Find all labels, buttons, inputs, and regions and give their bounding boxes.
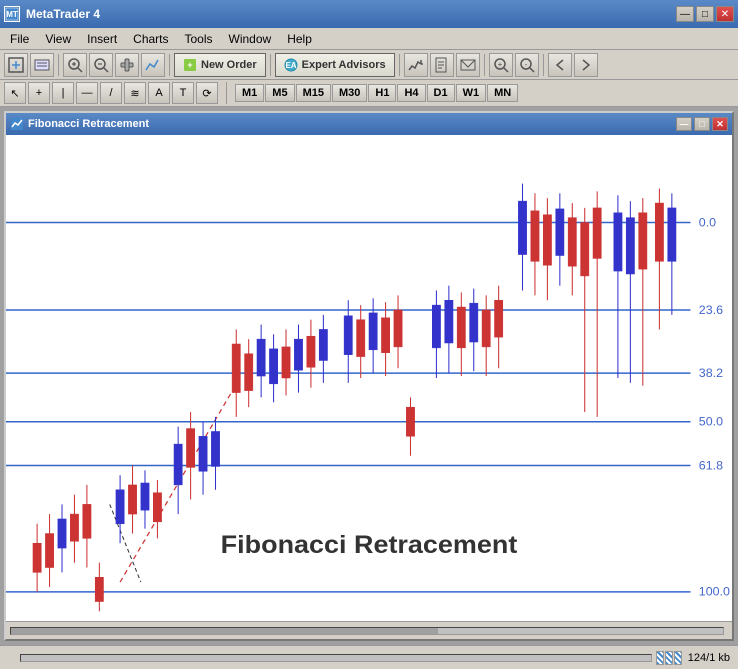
scroll-right-button[interactable] xyxy=(574,53,598,77)
menu-bar: File View Insert Charts Tools Window Hel… xyxy=(0,28,738,50)
expert-label: Expert Advisors xyxy=(302,59,386,71)
tf-w1[interactable]: W1 xyxy=(456,84,487,102)
zoom-out-button[interactable] xyxy=(89,53,113,77)
menu-view[interactable]: View xyxy=(37,30,79,48)
horizontal-scrollbar[interactable] xyxy=(10,627,724,635)
horizontal-line-tool[interactable]: — xyxy=(76,82,98,104)
app-window: MT MetaTrader 4 — □ ✕ File View Insert C… xyxy=(0,0,738,669)
templates-dropdown[interactable] xyxy=(30,53,54,77)
label-tool[interactable]: T xyxy=(172,82,194,104)
trendline-tool[interactable]: / xyxy=(100,82,122,104)
inner-close-button[interactable]: ✕ xyxy=(712,117,728,131)
title-controls: — □ ✕ xyxy=(676,6,734,22)
zoom-in-button[interactable] xyxy=(63,53,87,77)
toolbar-separator-1 xyxy=(58,54,59,76)
svg-text:Fibonacci Retracement: Fibonacci Retracement xyxy=(221,530,518,559)
arrow-tool[interactable]: ↖ xyxy=(4,82,26,104)
toolbar-separator-3 xyxy=(270,54,271,76)
svg-text:+: + xyxy=(497,60,502,69)
inner-maximize-button[interactable]: □ xyxy=(694,117,710,131)
toolbar-separator-6 xyxy=(543,54,544,76)
zoom-chart-in[interactable]: + xyxy=(489,53,513,77)
chart-svg: 0.0 23.6 38.2 50.0 61.8 100.0 xyxy=(6,135,732,621)
fibonacci-tool[interactable]: ≋ xyxy=(124,82,146,104)
minimize-button[interactable]: — xyxy=(676,6,694,22)
app-icon: MT xyxy=(4,6,20,22)
inner-window-icon: Fibonacci Retracement xyxy=(10,117,149,131)
arrow-marker-tool[interactable]: ⟳ xyxy=(196,82,218,104)
vertical-line-tool[interactable]: | xyxy=(52,82,74,104)
main-scrollbar[interactable] xyxy=(20,654,652,662)
maximize-button[interactable]: □ xyxy=(696,6,714,22)
drawing-toolbar: ↖ + | — / ≋ A T ⟳ xyxy=(0,80,222,106)
bottom-status-bar: 124/1 kb xyxy=(0,645,738,669)
chart-area[interactable]: 0.0 23.6 38.2 50.0 61.8 100.0 xyxy=(6,135,732,621)
toolbar-separator-5 xyxy=(484,54,485,76)
expert-advisors-button[interactable]: EA Expert Advisors xyxy=(275,53,395,77)
menu-tools[interactable]: Tools xyxy=(177,30,221,48)
inner-window-controls: — □ ✕ xyxy=(676,117,728,131)
tf-m5[interactable]: M5 xyxy=(265,84,294,102)
tf-d1[interactable]: D1 xyxy=(427,84,455,102)
new-order-label: New Order xyxy=(201,59,257,71)
tf-m15[interactable]: M15 xyxy=(296,84,331,102)
crosshair-tool[interactable]: + xyxy=(28,82,50,104)
text-tool[interactable]: A xyxy=(148,82,170,104)
inner-window: Fibonacci Retracement — □ ✕ xyxy=(4,111,734,641)
svg-text:0.0: 0.0 xyxy=(699,216,717,230)
scroll-left-button[interactable] xyxy=(548,53,572,77)
tf-m1[interactable]: M1 xyxy=(235,84,264,102)
inner-title-bar: Fibonacci Retracement — □ ✕ xyxy=(6,113,732,135)
svg-text:38.2: 38.2 xyxy=(699,366,724,380)
indicators-button[interactable] xyxy=(141,53,165,77)
main-toolbar: + New Order EA Expert Advisors + - xyxy=(0,50,738,80)
new-order-button[interactable]: + New Order xyxy=(174,53,266,77)
menu-help[interactable]: Help xyxy=(279,30,320,48)
properties-button[interactable] xyxy=(115,53,139,77)
tf-m30[interactable]: M30 xyxy=(332,84,367,102)
svg-text:-: - xyxy=(524,60,527,69)
svg-text:50.0: 50.0 xyxy=(699,415,724,429)
file-size: 124/1 kb xyxy=(688,652,730,664)
svg-text:EA: EA xyxy=(285,61,296,70)
toolbar-separator-4 xyxy=(399,54,400,76)
title-bar: MT MetaTrader 4 — □ ✕ xyxy=(0,0,738,28)
inner-minimize-button[interactable]: — xyxy=(676,117,692,131)
svg-text:+: + xyxy=(187,60,192,70)
mail-button[interactable] xyxy=(456,53,480,77)
menu-window[interactable]: Window xyxy=(221,30,280,48)
menu-charts[interactable]: Charts xyxy=(125,30,176,48)
tf-h1[interactable]: H1 xyxy=(368,84,396,102)
toolbar-separator-2 xyxy=(169,54,170,76)
account-history-button[interactable] xyxy=(430,53,454,77)
main-area: Fibonacci Retracement — □ ✕ xyxy=(0,107,738,645)
new-chart-button[interactable] xyxy=(4,53,28,77)
svg-text:100.0: 100.0 xyxy=(699,585,730,599)
timeframe-toolbar: M1 M5 M15 M30 H1 H4 D1 W1 MN xyxy=(231,80,738,106)
zoom-chart-out[interactable]: - xyxy=(515,53,539,77)
tf-mn[interactable]: MN xyxy=(487,84,518,102)
secondary-toolbar: ↖ + | — / ≋ A T ⟳ M1 M5 M15 M30 H1 H4 D1… xyxy=(0,80,738,107)
status-right: 124/1 kb xyxy=(656,651,730,665)
inner-window-title: Fibonacci Retracement xyxy=(28,118,149,130)
tf-h4[interactable]: H4 xyxy=(397,84,425,102)
toolbar-divider xyxy=(226,82,227,104)
svg-text:61.8: 61.8 xyxy=(699,459,724,473)
inner-status-bar xyxy=(6,621,732,639)
menu-insert[interactable]: Insert xyxy=(79,30,125,48)
close-button[interactable]: ✕ xyxy=(716,6,734,22)
title-bar-left: MT MetaTrader 4 xyxy=(4,6,100,22)
svg-text:MT: MT xyxy=(6,10,18,19)
window-title: MetaTrader 4 xyxy=(26,7,100,21)
svg-text:23.6: 23.6 xyxy=(699,303,724,317)
menu-file[interactable]: File xyxy=(2,30,37,48)
loading-indicator xyxy=(656,651,682,665)
history-button[interactable] xyxy=(404,53,428,77)
